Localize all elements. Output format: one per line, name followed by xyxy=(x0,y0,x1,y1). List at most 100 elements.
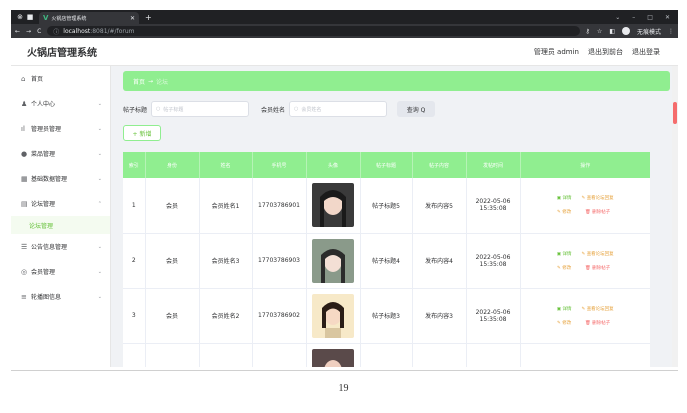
cell-content: 发布内容3 xyxy=(412,288,467,344)
view-replies-label: 查看论坛回复 xyxy=(586,251,614,257)
url-input[interactable]: ⓘ localhost:8081/#/forum xyxy=(47,26,580,36)
col-content: 帖子内容 xyxy=(412,152,467,178)
edit-label: 修改 xyxy=(562,265,572,271)
close-window-icon[interactable]: ✕ xyxy=(665,14,670,21)
col-phone: 手机号 xyxy=(252,152,307,178)
sidebar-item-members[interactable]: ◎ 会员管理 ⌄ xyxy=(11,259,110,284)
cell-time: 2022-05-06 15:35:08 xyxy=(466,178,521,234)
cell-index: 1 xyxy=(123,178,146,234)
view-replies-button[interactable]: ✎ 查看论坛回复 xyxy=(581,251,613,257)
sidebar-item-label: 菜品管理 xyxy=(31,151,56,158)
window-icon[interactable]: ■ xyxy=(25,12,35,22)
view-replies-button[interactable]: ✎ 查看论坛回复 xyxy=(581,306,613,312)
page-scrollbar[interactable] xyxy=(672,66,678,367)
cell-phone: 17703786903 xyxy=(252,233,307,289)
sidepanel-icon[interactable]: ◧ xyxy=(609,28,615,35)
forward-icon[interactable]: → xyxy=(26,28,31,35)
member-filter-input[interactable]: ○ 会员姓名 xyxy=(289,101,388,117)
cell-time: 2022-05-06 15:35:08 xyxy=(466,288,521,344)
sidebar-item-profile[interactable]: ♟ 个人中心 ⌄ xyxy=(11,91,110,116)
app-header: 火锅店管理系统 管理员 admin 退出到前台 退出登录 xyxy=(11,38,678,66)
sidebar-item-label: 首页 xyxy=(31,76,44,83)
title-filter-label: 帖子标题 xyxy=(123,106,148,114)
delete-button[interactable]: 🗑 删除帖子 xyxy=(581,209,613,215)
detail-label: 详情 xyxy=(562,196,572,202)
screenshot: ⊗ ■ V 火锅店管理系统 ✕ + ⌄ – □ ✕ ← → C ⓘ localh… xyxy=(11,10,678,367)
breadcrumb-current: 论坛 xyxy=(156,78,169,86)
sidebar-item-notices[interactable]: ☰ 公告信息管理 ⌄ xyxy=(11,234,110,259)
new-tab-icon[interactable]: + xyxy=(145,13,152,22)
chevron-down-icon: ⌄ xyxy=(97,243,102,250)
sidebar-item-label: 公告信息管理 xyxy=(31,244,68,251)
edit-label: 修改 xyxy=(562,210,572,216)
sidebar-item-forum[interactable]: ▤ 论坛管理 ⌃ xyxy=(11,191,110,216)
tab-title: 火锅店管理系统 xyxy=(51,15,87,22)
col-time: 发帖时间 xyxy=(466,152,521,178)
main-content: 首页 → 论坛 帖子标题 ○ 帖子标题 会员姓名 ○ 会员姓名 查询 Q + 新… xyxy=(111,66,678,367)
sidebar-item-admins[interactable]: ıl 管理员管理 ⌄ xyxy=(11,116,110,141)
member-filter-placeholder: 会员姓名 xyxy=(301,106,322,113)
edit-button[interactable]: ✎ 修改 xyxy=(557,209,572,215)
tab-search-icon[interactable]: ⌄ xyxy=(615,14,620,21)
detail-button[interactable]: ▣ 详情 xyxy=(557,195,572,201)
sidebar-item-basedata[interactable]: ▦ 基础数据管理 ⌄ xyxy=(11,166,110,191)
window-controls: ⌄ – □ ✕ xyxy=(615,14,678,21)
close-tab-icon[interactable]: ✕ xyxy=(130,15,135,22)
reload-icon[interactable]: C xyxy=(37,28,41,35)
edit-button[interactable]: ✎ 修改 xyxy=(557,320,572,326)
query-button[interactable]: 查询 Q xyxy=(397,101,436,117)
app-body: ⌂ 首页 ♟ 个人中心 ⌄ ıl 管理员管理 ⌄ ● 菜品管理 ⌄ ▦ 基础数据… xyxy=(11,66,678,367)
detail-button[interactable]: ▣ 详情 xyxy=(557,251,572,257)
vue-logo-icon: V xyxy=(43,14,49,22)
search-icon: ○ xyxy=(156,106,161,112)
chevron-up-icon: ⌃ xyxy=(97,200,102,207)
sidebar-item-label: 论坛管理 xyxy=(31,201,56,208)
incognito-avatar-icon[interactable] xyxy=(621,27,630,35)
sidebar-item-carousel[interactable]: ≡ 轮播图信息 ⌄ xyxy=(11,284,110,309)
scrollbar-thumb[interactable] xyxy=(673,102,677,124)
cell-phone: 17703786901 xyxy=(252,178,307,234)
browser-menu-icon[interactable]: ⊗ xyxy=(15,12,25,22)
logout-link[interactable]: 退出登录 xyxy=(632,47,660,57)
title-filter-input[interactable]: ○ 帖子标题 xyxy=(151,101,250,117)
delete-button[interactable]: 🗑 删除帖子 xyxy=(581,320,613,326)
forum-table: 索引 身份 姓名 手机号 头像 帖子标题 帖子内容 发帖时间 操作 1 会员 会… xyxy=(123,152,650,367)
minimize-icon[interactable]: – xyxy=(632,14,635,21)
member-filter-label: 会员姓名 xyxy=(261,106,286,114)
star-icon[interactable]: ☆ xyxy=(597,28,602,35)
title-filter-placeholder: 帖子标题 xyxy=(163,106,184,113)
doc-icon: ▤ xyxy=(21,199,28,208)
cell-role: 会员 xyxy=(145,288,200,344)
detail-button[interactable]: ▣ 详情 xyxy=(557,306,572,312)
maximize-icon[interactable]: □ xyxy=(647,14,653,21)
add-button[interactable]: + 新增 xyxy=(123,125,161,141)
view-replies-button[interactable]: ✎ 查看论坛回复 xyxy=(581,195,613,201)
chevron-down-icon: ⌄ xyxy=(97,293,102,300)
browser-tab[interactable]: V 火锅店管理系统 ✕ xyxy=(39,12,139,24)
sidebar-item-dishes[interactable]: ● 菜品管理 ⌄ xyxy=(11,141,110,166)
cell-role: 会员 xyxy=(145,178,200,234)
cell-actions: ▣ 详情 ✎ 查看论坛回复 ✎ 修改 🗑 删除帖子 xyxy=(520,233,650,289)
avatar-photo xyxy=(312,183,354,228)
cell-avatar xyxy=(306,178,361,234)
col-role: 身份 xyxy=(145,152,200,178)
sidebar-item-home[interactable]: ⌂ 首页 xyxy=(11,66,110,91)
back-icon[interactable]: ← xyxy=(15,28,20,35)
delete-label: 删除帖子 xyxy=(592,265,611,271)
col-index: 索引 xyxy=(123,152,146,178)
sidebar-subitem-forum[interactable]: 论坛管理 xyxy=(11,216,110,234)
kebab-menu-icon[interactable]: ⋮ xyxy=(668,28,674,35)
delete-button[interactable]: 🗑 删除帖子 xyxy=(581,265,613,271)
cell-title: 帖子标题4 xyxy=(360,233,413,289)
chevron-down-icon: ⌄ xyxy=(97,268,102,275)
sidebar-item-label: 轮播图信息 xyxy=(31,294,62,301)
view-replies-label: 查看论坛回复 xyxy=(586,196,614,202)
search-icon: ○ xyxy=(294,106,299,112)
key-icon[interactable]: ⚷ xyxy=(586,28,590,35)
to-front-link[interactable]: 退出到前台 xyxy=(588,47,623,57)
breadcrumb-home[interactable]: 首页 xyxy=(133,77,145,86)
browser-tabbar: ⊗ ■ V 火锅店管理系统 ✕ + ⌄ – □ ✕ xyxy=(11,10,678,24)
cell-phone: 17703786902 xyxy=(252,288,307,344)
view-replies-label: 查看论坛回复 xyxy=(586,306,614,312)
edit-button[interactable]: ✎ 修改 xyxy=(557,265,572,271)
